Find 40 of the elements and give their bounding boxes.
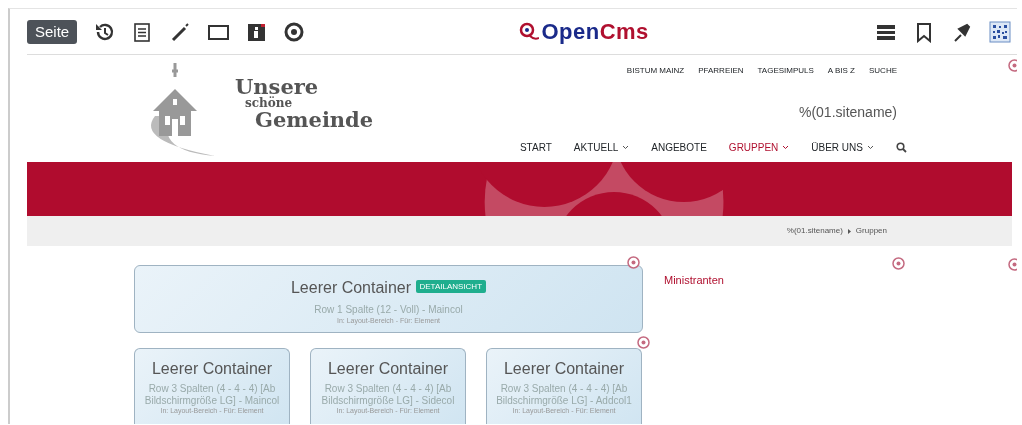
caret-icon[interactable] bbox=[782, 145, 790, 150]
target-icon[interactable] bbox=[283, 20, 306, 43]
container-description: Row 3 Spalten (4 - 4 - 4) [Ab Bildschirmgröße LG] - Addcol1 bbox=[495, 383, 633, 407]
container-description: Row 3 Spalten (4 - 4 - 4) [Ab Bildschirmgröße LG] - Sidecol bbox=[320, 383, 456, 407]
sidebar-link[interactable]: Ministranten bbox=[664, 274, 724, 286]
container-title: Leerer Container bbox=[502, 359, 626, 379]
meta-link[interactable]: A BIS Z bbox=[827, 66, 855, 75]
container-title: Leerer Container bbox=[290, 279, 412, 296]
meta-link[interactable]: BISTUM MAINZ bbox=[626, 66, 685, 75]
site-name: %(01.sitename) bbox=[798, 103, 897, 122]
nav-link[interactable]: ÜBER UNS bbox=[811, 140, 863, 155]
edit-point-icon[interactable] bbox=[892, 257, 905, 270]
logo-text: Unsere bbox=[235, 75, 319, 97]
logo-text: schöne bbox=[245, 96, 293, 109]
logo-text: Gemeinde bbox=[255, 108, 374, 130]
edit-point-icon[interactable] bbox=[627, 256, 640, 269]
meta-link[interactable]: TAGESIMPULS bbox=[757, 66, 814, 75]
edit-point-icon[interactable] bbox=[637, 336, 650, 349]
caret-icon[interactable] bbox=[867, 145, 874, 150]
container-title: Leerer Container bbox=[150, 359, 274, 379]
container-description: Row 1 Spalte (12 - Voll) - Maincol bbox=[313, 304, 464, 316]
logo-mark-icon bbox=[519, 21, 540, 42]
meta-link[interactable]: SUCHE bbox=[869, 66, 897, 75]
container-description: Row 3 Spalten (4 - 4 - 4) [Ab Bildschirmgröße LG] - Maincol bbox=[143, 383, 281, 407]
search-icon[interactable] bbox=[896, 142, 907, 153]
nav-link[interactable]: GRUPPEN bbox=[728, 140, 779, 155]
page-button[interactable]: Seite bbox=[27, 19, 78, 44]
caret-icon[interactable] bbox=[622, 145, 630, 150]
breadcrumb-link[interactable]: Gruppen bbox=[855, 225, 887, 237]
meta-link[interactable]: PFARREIEN bbox=[698, 66, 744, 75]
qr-code-icon[interactable] bbox=[989, 20, 1011, 43]
container-title: Leerer Container bbox=[326, 359, 450, 379]
chevron-icon bbox=[846, 227, 852, 235]
nav-link[interactable]: START bbox=[519, 140, 552, 155]
logo-text: OpenCms bbox=[541, 20, 649, 43]
breadcrumb-link[interactable]: %(01.sitename) bbox=[786, 225, 843, 237]
detail-badge: DETAILANSICHT bbox=[415, 279, 487, 293]
nav-link[interactable]: ANGEBOTE bbox=[651, 140, 707, 155]
nav-link[interactable]: AKTUELL bbox=[573, 140, 619, 155]
wand-icon[interactable] bbox=[169, 20, 192, 43]
